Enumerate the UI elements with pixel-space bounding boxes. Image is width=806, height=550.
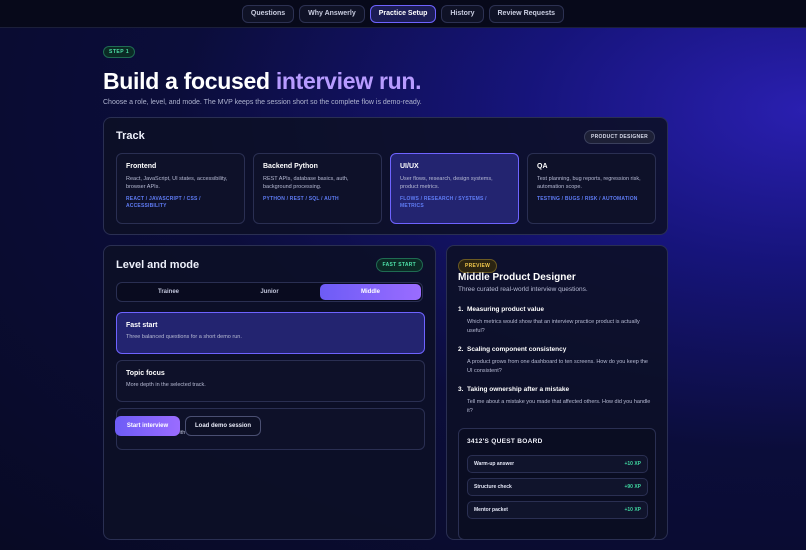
level-title: Level and mode [116, 259, 200, 271]
question-number: 2. [458, 346, 464, 353]
track-card-title: QA [537, 163, 548, 170]
tab-practice-setup[interactable]: Practice Setup [369, 4, 437, 23]
mode-card-fast-start[interactable]: Fast start Three balanced questions for … [116, 312, 425, 354]
question-item: 2. Scaling component consistency A produc… [458, 346, 654, 376]
track-card-title: Backend Python [263, 163, 318, 170]
quest-label: Mentor packet [474, 507, 508, 513]
track-title: Track [116, 130, 145, 142]
quest-board: 3412'S QUEST BOARD Warm-up answer +10 XP… [458, 428, 656, 540]
question-desc: Tell me about a mistake you made that af… [467, 399, 651, 414]
step-badge: STEP 1 [103, 46, 136, 58]
track-card-ui-ux[interactable]: UI/UX User flows, research, design syste… [390, 153, 519, 224]
tab-review-requests[interactable]: Review Requests [488, 4, 565, 23]
level-panel: Level and mode FAST START Trainee Junior… [103, 245, 436, 540]
title-accent: interview run. [275, 68, 422, 94]
mode-desc: Three balanced questions for a short dem… [126, 334, 242, 340]
fast-start-badge: FAST START [375, 258, 423, 272]
question-title: Scaling component consistency [467, 346, 567, 353]
track-card-desc: User flows, research, design systems, pr… [400, 176, 493, 190]
quest-xp: +10 XP [624, 461, 641, 467]
question-number: 3. [458, 386, 464, 393]
track-card-qa[interactable]: QA Test planning, bug reports, regressio… [527, 153, 656, 224]
level-option-middle[interactable]: Middle [320, 284, 421, 300]
preview-subtitle: Three curated real-world interview quest… [458, 286, 588, 293]
track-card-tags: TESTING / BUGS / RISK / AUTOMATION [537, 196, 638, 202]
tab-history[interactable]: History [441, 4, 484, 23]
track-card-tags: FLOWS / RESEARCH / SYSTEMS / METRICS [400, 196, 487, 209]
quest-board-title: 3412'S QUEST BOARD [467, 438, 543, 445]
preview-title: Middle Product Designer [458, 272, 576, 283]
question-item: 1. Measuring product value Which metrics … [458, 306, 654, 336]
track-card-desc: Test planning, bug reports, regression r… [537, 176, 641, 190]
track-card-backend-python[interactable]: Backend Python REST APIs, database basic… [253, 153, 382, 224]
mode-card-topic-focus[interactable]: Topic focus More depth in the selected t… [116, 360, 425, 402]
question-item: 3. Taking ownership after a mistake Tell … [458, 386, 654, 416]
track-card-tags: REACT / JAVASCRIPT / CSS / ACCESSIBILITY [126, 196, 201, 209]
mode-title: Topic focus [126, 370, 165, 377]
quest-xp: +90 XP [624, 484, 641, 490]
question-number: 1. [458, 306, 464, 313]
page-subtitle: Choose a role, level, and mode. The MVP … [103, 99, 422, 106]
track-card-title: UI/UX [400, 163, 419, 170]
mode-desc: More depth in the selected track. [126, 382, 206, 388]
track-card-frontend[interactable]: Frontend React, JavaScript, UI states, a… [116, 153, 245, 224]
level-option-junior[interactable]: Junior [219, 284, 320, 300]
preview-badge: PREVIEW [458, 259, 498, 273]
level-selector: Trainee Junior Middle [116, 282, 423, 302]
page-title: Build a focused interview run. [103, 68, 668, 95]
track-card-desc: REST APIs, database basics, auth, backgr… [263, 176, 349, 190]
question-title: Taking ownership after a mistake [467, 386, 570, 393]
load-demo-session-button[interactable]: Load demo session [185, 416, 261, 436]
tab-questions[interactable]: Questions [241, 4, 295, 23]
start-interview-button[interactable]: Start interview [115, 416, 180, 436]
quest-item: Warm-up answer +10 XP [467, 455, 648, 473]
tab-why-answerly[interactable]: Why Answerly [299, 4, 365, 23]
track-card-title: Frontend [126, 163, 157, 170]
question-title: Measuring product value [467, 306, 544, 313]
track-badge: PRODUCT DESIGNER [583, 130, 655, 144]
track-card-desc: React, JavaScript, UI states, accessibil… [126, 176, 228, 190]
level-option-trainee[interactable]: Trainee [118, 284, 219, 300]
question-desc: A product grows from one dashboard to te… [467, 359, 648, 374]
hero: STEP 1 Build a focused interview run. Ch… [103, 40, 668, 106]
quest-xp: +10 XP [624, 507, 641, 513]
track-card-tags: PYTHON / REST / SQL / AUTH [263, 196, 339, 202]
quest-label: Structure check [474, 484, 512, 490]
quest-item: Structure check +90 XP [467, 478, 648, 496]
top-nav: Questions Why Answerly Practice Setup Hi… [0, 0, 806, 28]
quest-item: Mentor packet +10 XP [467, 501, 648, 519]
title-main: Build a focused [103, 68, 276, 94]
quest-label: Warm-up answer [474, 461, 515, 467]
track-panel: Track PRODUCT DESIGNER Frontend React, J… [103, 117, 668, 235]
mode-title: Fast start [126, 322, 158, 329]
question-desc: Which metrics would show that an intervi… [467, 319, 640, 334]
